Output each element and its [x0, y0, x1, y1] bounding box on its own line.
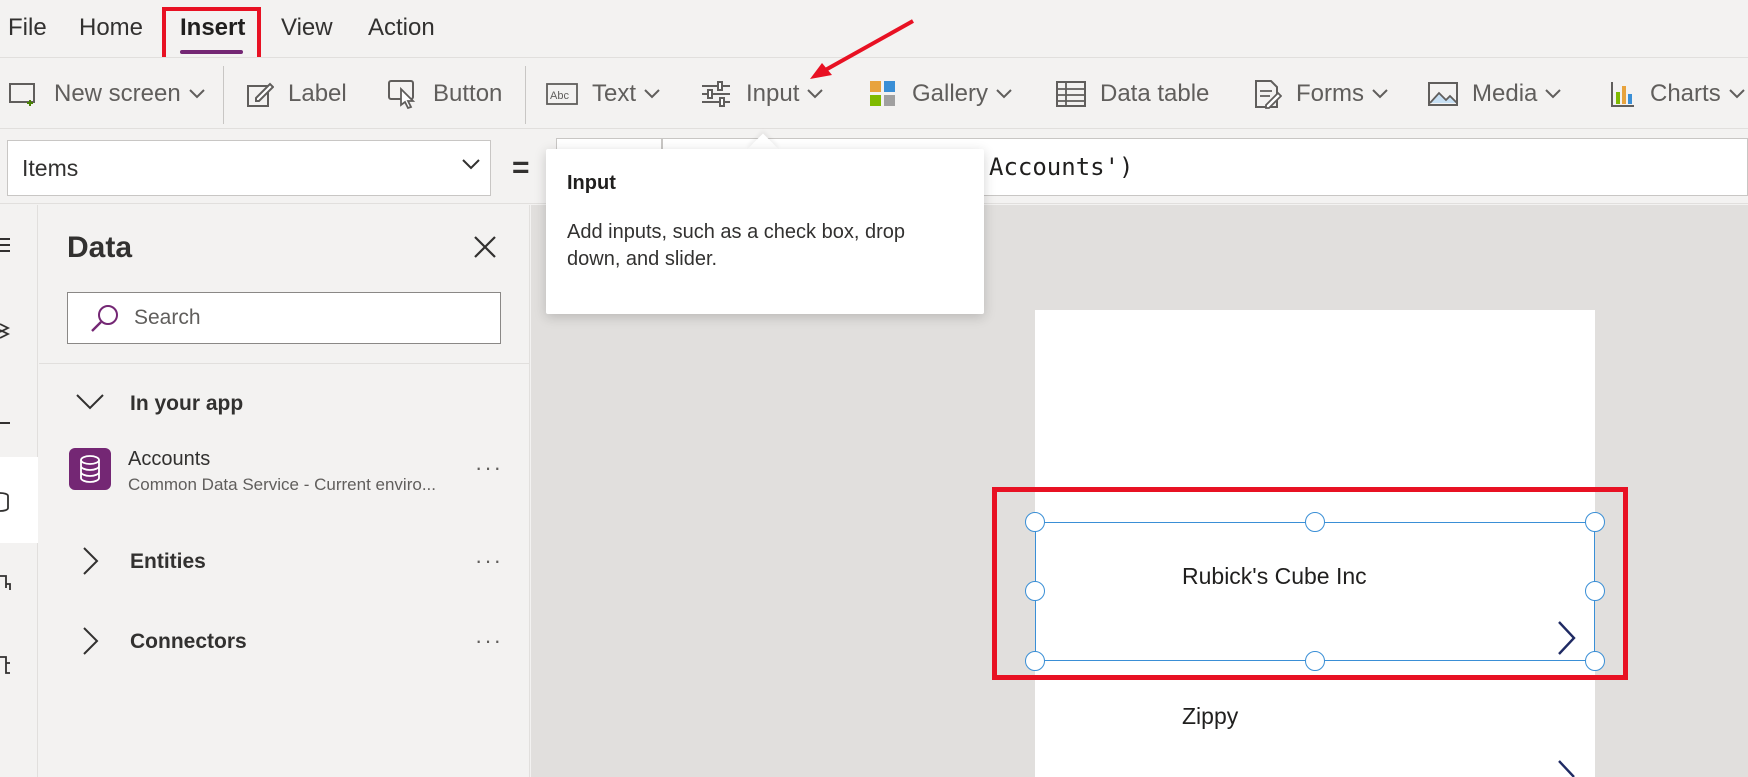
database-icon: [0, 492, 9, 512]
chevron-down-icon: [996, 89, 1012, 99]
charts-icon: [1611, 82, 1634, 107]
left-rail: [0, 205, 38, 777]
rail-media-item[interactable]: [0, 562, 38, 602]
layers-icon: [0, 323, 11, 339]
data-table-icon: [1056, 81, 1086, 107]
chevron-down-icon: [1545, 89, 1562, 99]
label-button[interactable]: Label: [246, 77, 347, 111]
rail-insert-item[interactable]: [0, 395, 38, 435]
annotation-arrow-icon: [810, 19, 914, 79]
gallery-highlight-box: [992, 487, 1628, 680]
gallery-label: Gallery: [912, 80, 989, 107]
rail-data-item[interactable]: [0, 457, 38, 543]
forms-menu-button[interactable]: Forms: [1252, 77, 1388, 111]
button-icon: [388, 80, 416, 109]
button-button[interactable]: Button: [387, 77, 502, 111]
more-options-icon[interactable]: ···: [475, 548, 503, 574]
tools-icon: [0, 656, 10, 674]
data-source-icon: [69, 448, 111, 490]
search-placeholder: Search: [134, 306, 201, 329]
equals-sign: =: [512, 151, 530, 184]
chevron-down-icon: [807, 89, 824, 99]
label-icon: [247, 82, 274, 107]
more-options-icon[interactable]: ···: [475, 628, 503, 654]
input-tooltip: Input Add inputs, such as a check box, d…: [546, 149, 984, 314]
ribbon-divider: [525, 66, 526, 124]
text-icon: Abc: [546, 83, 578, 105]
chevron-down-icon: [76, 394, 104, 410]
chevron-right-icon: [83, 547, 99, 575]
new-screen-icon: [9, 83, 35, 106]
rail-tree-view-item[interactable]: [0, 310, 38, 350]
chevron-down-icon: [644, 89, 660, 99]
hamburger-icon: [0, 238, 10, 252]
charts-label: Charts: [1650, 80, 1721, 107]
chevron-down-icon: [462, 159, 480, 170]
menu-action[interactable]: Action: [368, 14, 435, 42]
charts-menu-button[interactable]: Charts: [1610, 77, 1745, 111]
data-table-label: Data table: [1100, 80, 1210, 107]
data-table-button[interactable]: Data table: [1056, 77, 1209, 111]
close-icon[interactable]: [471, 233, 499, 261]
section-label: In your app: [130, 392, 244, 415]
new-screen-label: New screen: [54, 80, 181, 107]
property-value: Items: [22, 154, 79, 181]
panel-divider: [39, 363, 530, 364]
text-label: Text: [592, 80, 637, 107]
section-connectors[interactable]: Connectors ···: [39, 618, 530, 668]
section-label: Connectors: [130, 630, 247, 653]
menu-file[interactable]: File: [8, 14, 47, 42]
data-source-subtitle: Common Data Service - Current enviro...: [128, 475, 436, 494]
menu-view[interactable]: View: [281, 14, 333, 42]
new-screen-button[interactable]: New screen: [8, 77, 205, 111]
media-icon: [0, 575, 11, 590]
input-sliders-icon: [702, 81, 730, 107]
ribbon-divider: [223, 66, 224, 124]
chevron-down-icon: [1728, 89, 1745, 99]
more-options-icon[interactable]: ···: [475, 455, 503, 481]
svg-text:Abc: Abc: [550, 90, 569, 102]
formula-text: Accounts'): [989, 153, 1134, 181]
insert-highlight-box: [162, 7, 261, 63]
media-menu-button[interactable]: Media: [1428, 77, 1562, 111]
forms-icon: [1255, 80, 1282, 109]
forms-label: Forms: [1296, 80, 1364, 107]
chevron-right-icon[interactable]: [1556, 759, 1576, 777]
rail-advanced-item[interactable]: [0, 645, 38, 685]
data-panel: Data Search In your app Accounts Common …: [39, 205, 530, 777]
insert-icon: [0, 422, 10, 424]
media-label: Media: [1472, 80, 1538, 107]
chevron-right-icon: [83, 627, 99, 655]
label-label: Label: [288, 80, 347, 107]
search-icon: [91, 305, 118, 332]
gallery-item-title: Zippy: [1182, 703, 1239, 729]
data-source-name[interactable]: Accounts: [128, 448, 210, 471]
tooltip-title: Input: [567, 172, 616, 194]
panel-title: Data: [67, 231, 133, 264]
text-menu-button[interactable]: Abc Text: [546, 77, 660, 111]
chevron-down-icon: [189, 89, 205, 99]
chevron-down-icon: [1372, 89, 1388, 99]
section-entities[interactable]: Entities ···: [39, 538, 530, 588]
menu-home[interactable]: Home: [79, 14, 143, 42]
search-field[interactable]: Search: [67, 292, 501, 344]
section-label: Entities: [130, 550, 206, 573]
property-dropdown[interactable]: Items: [7, 140, 491, 196]
tooltip-description: Add inputs, such as a check box, drop do…: [567, 221, 905, 270]
button-label: Button: [433, 80, 503, 107]
input-label: Input: [746, 80, 800, 107]
database-icon: [80, 455, 100, 483]
rail-menu-item[interactable]: [0, 225, 38, 265]
media-image-icon: [1428, 82, 1458, 106]
section-in-your-app[interactable]: In your app: [39, 380, 530, 430]
